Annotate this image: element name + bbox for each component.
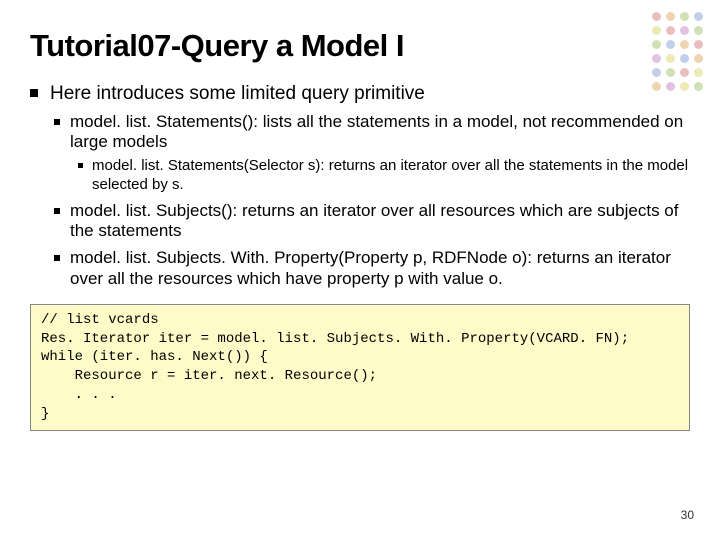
slide-title: Tutorial07-Query a Model I [30,28,690,64]
bullet-icon [54,208,60,214]
list-subjects-text: model. list. Subjects(): returns an iter… [70,201,690,242]
list-statements-selector-text: model. list. Statements(Selector s): ret… [92,157,690,195]
list-statements-text: model. list. Statements(): lists all the… [70,112,690,153]
bullet-icon [54,255,60,261]
bullet-level2: model. list. Statements(): lists all the… [54,112,690,153]
bullet-icon [78,163,83,168]
bullet-level2: model. list. Subjects(): returns an iter… [54,201,690,242]
decorative-dots [652,12,704,92]
bullet-level2: model. list. Subjects. With. Property(Pr… [54,248,690,289]
page-number: 30 [681,508,694,522]
bullet-icon [30,89,38,97]
bullet-icon [54,119,60,125]
bullet-level1: Here introduces some limited query primi… [30,82,690,106]
intro-text: Here introduces some limited query primi… [50,82,425,106]
code-block: // list vcards Res. Iterator iter = mode… [30,304,690,431]
bullet-level3: model. list. Statements(Selector s): ret… [78,157,690,195]
list-subjects-withprop-text: model. list. Subjects. With. Property(Pr… [70,248,690,289]
